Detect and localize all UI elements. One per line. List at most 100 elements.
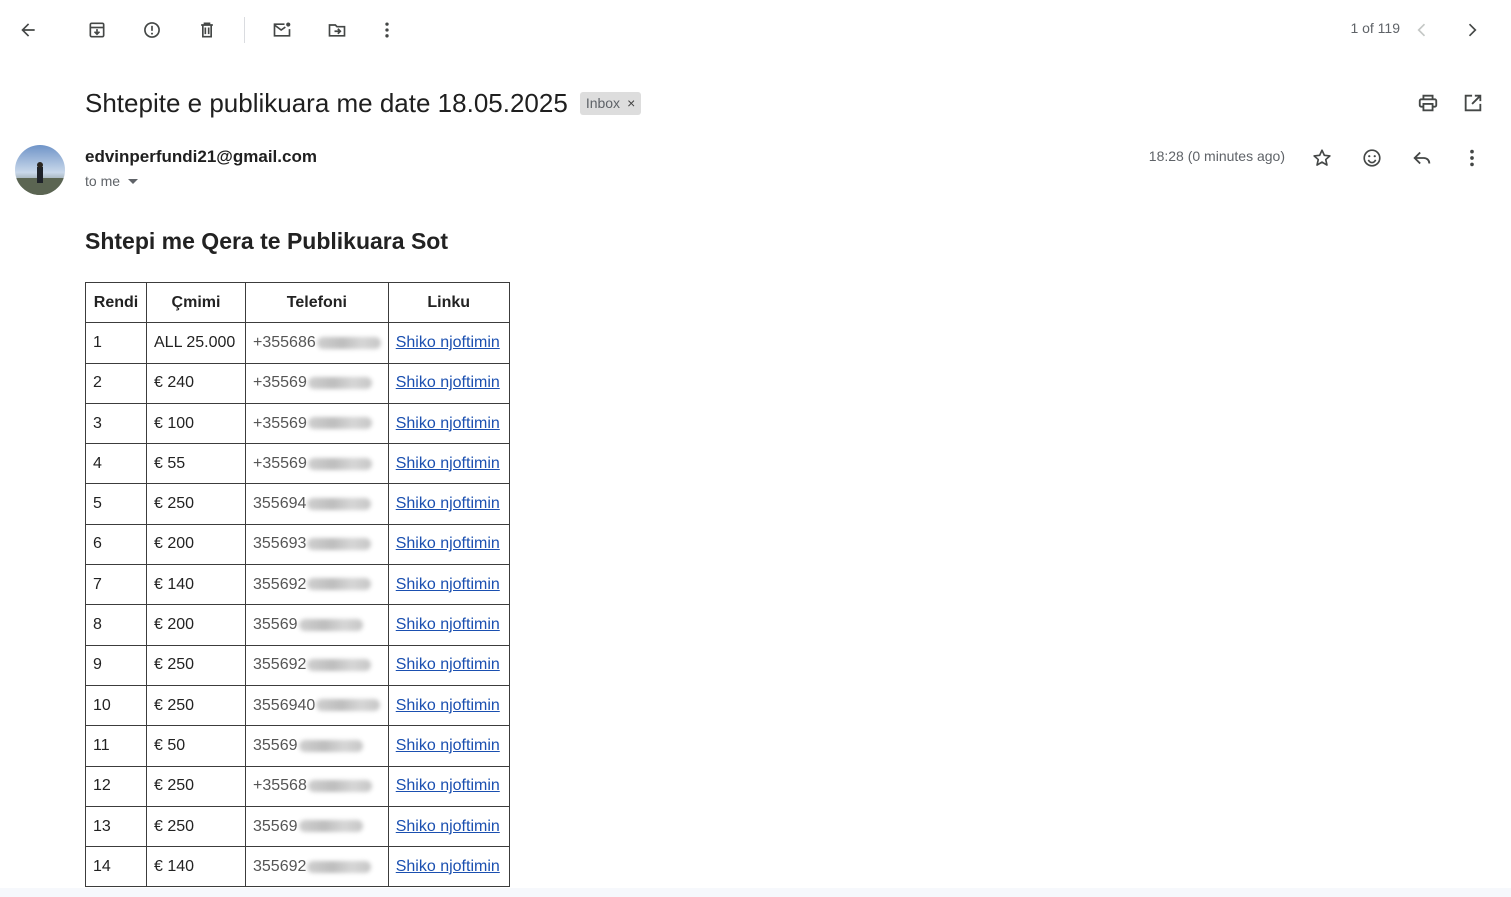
chevron-left-icon[interactable] [1402,10,1442,50]
sender-email[interactable]: edvinperfundi21@gmail.com [85,147,317,167]
phone-number: 355692 [253,656,307,674]
cell-rendi: 9 [85,644,147,686]
phone-number: +35568 [253,777,307,795]
cell-telefoni: 3556940 [245,684,389,727]
phone-number: 355694 [253,495,307,513]
blurred-phone-digits [307,497,372,510]
reply-icon[interactable] [1408,144,1436,172]
remove-label-icon[interactable]: × [627,95,635,111]
open-in-new-window-icon[interactable] [1459,89,1487,117]
blurred-phone-digits [298,618,363,631]
phone-number: +35569 [253,454,307,472]
listing-link[interactable]: Shiko njoftimin [396,334,500,351]
blurred-phone-digits [316,336,381,349]
print-icon[interactable] [1414,89,1442,117]
back-arrow-icon[interactable] [8,10,48,50]
cell-rendi: 11 [85,725,147,767]
cell-linku: Shiko njoftimin [387,362,510,404]
cell-rendi: 2 [85,362,147,404]
phone-number: +35569 [253,374,307,392]
archive-icon[interactable] [77,10,117,50]
cell-cmimi: € 200 [146,604,246,646]
cell-cmimi: € 250 [146,765,246,807]
listing-link[interactable]: Shiko njoftimin [396,616,500,633]
blurred-phone-digits [307,538,372,551]
add-reaction-emoji-icon[interactable] [1358,144,1386,172]
more-vert-icon[interactable] [367,10,407,50]
cell-rendi: 12 [85,765,147,807]
listing-link[interactable]: Shiko njoftimin [396,737,500,754]
recipients-text: to me [85,173,121,189]
table-header-row: Rendi Çmimi Telefoni Linku [85,281,510,324]
sender-avatar[interactable] [15,145,65,195]
chevron-right-icon[interactable] [1452,10,1492,50]
cell-linku: Shiko njoftimin [387,604,510,646]
listing-link[interactable]: Shiko njoftimin [396,535,500,552]
move-to-icon[interactable] [317,10,357,50]
cell-cmimi: € 240 [146,362,246,404]
cell-cmimi: € 140 [146,846,246,888]
cell-linku: Shiko njoftimin [387,523,510,566]
message-toolbar: 1 of 119 [0,0,1511,60]
blurred-phone-digits [307,578,372,591]
cell-cmimi: € 250 [146,684,246,727]
table-row: 2 € 240 +35569 Shiko njoftimin [85,362,510,404]
blurred-phone-digits [307,659,372,672]
blurred-phone-digits [298,739,363,752]
body-heading: Shtepi me Qera te Publikuara Sot [85,228,448,254]
cell-linku: Shiko njoftimin [387,443,510,485]
message-more-vert-icon[interactable] [1458,144,1486,172]
table-row: 4 € 55 +35569 Shiko njoftimin [85,443,510,485]
table-row: 12 € 250 +35568 Shiko njoftimin [85,765,510,807]
cell-linku: Shiko njoftimin [387,765,510,807]
cell-rendi: 4 [85,443,147,485]
cell-telefoni: +35568 [245,765,389,807]
cell-rendi: 14 [85,846,147,888]
mark-unread-icon[interactable] [262,10,302,50]
toolbar-divider [244,17,245,43]
recipient-details-dropdown-icon[interactable] [128,178,139,184]
cell-cmimi: € 250 [146,483,246,525]
cell-cmimi: € 200 [146,523,246,566]
listing-link[interactable]: Shiko njoftimin [396,495,500,512]
blurred-phone-digits [316,699,381,712]
listing-link[interactable]: Shiko njoftimin [396,777,500,794]
table-row: 10 € 250 3556940 Shiko njoftimin [85,684,510,727]
report-spam-icon[interactable] [132,10,172,50]
listing-link[interactable]: Shiko njoftimin [396,576,500,593]
cell-rendi: 8 [85,604,147,646]
listing-link[interactable]: Shiko njoftimin [396,818,500,835]
listing-link[interactable]: Shiko njoftimin [396,656,500,673]
listing-link[interactable]: Shiko njoftimin [396,415,500,432]
phone-number: 35569 [253,817,298,835]
cell-linku: Shiko njoftimin [387,644,510,686]
column-header-cmimi: Çmimi [146,281,246,324]
cell-linku: Shiko njoftimin [387,402,510,445]
table-row: 3 € 100 +35569 Shiko njoftimin [85,402,510,445]
recipients-line[interactable]: to me [85,173,139,189]
star-icon[interactable] [1308,144,1336,172]
cell-rendi: 7 [85,564,147,606]
listing-link[interactable]: Shiko njoftimin [396,697,500,714]
cell-rendi: 3 [85,402,147,445]
cell-cmimi: € 50 [146,725,246,767]
listing-link[interactable]: Shiko njoftimin [396,858,500,875]
inbox-label-chip[interactable]: Inbox × [579,91,642,115]
table-row: 8 € 200 35569 Shiko njoftimin [85,604,510,646]
column-header-linku: Linku [387,281,510,324]
table-row: 5 € 250 355694 Shiko njoftimin [85,483,510,525]
cell-linku: Shiko njoftimin [387,564,510,606]
subject-row: Shtepite e publikuara me date 18.05.2025… [85,86,642,120]
bottom-scroll-edge [0,888,1511,897]
cell-linku: Shiko njoftimin [387,483,510,525]
delete-icon[interactable] [187,10,227,50]
cell-rendi: 10 [85,684,147,727]
cell-cmimi: € 250 [146,644,246,686]
listing-link[interactable]: Shiko njoftimin [396,455,500,472]
cell-cmimi: € 55 [146,443,246,485]
cell-linku: Shiko njoftimin [387,684,510,727]
listing-link[interactable]: Shiko njoftimin [396,374,500,391]
phone-number: 3556940 [253,696,316,714]
cell-cmimi: € 250 [146,805,246,848]
cell-linku: Shiko njoftimin [387,725,510,767]
